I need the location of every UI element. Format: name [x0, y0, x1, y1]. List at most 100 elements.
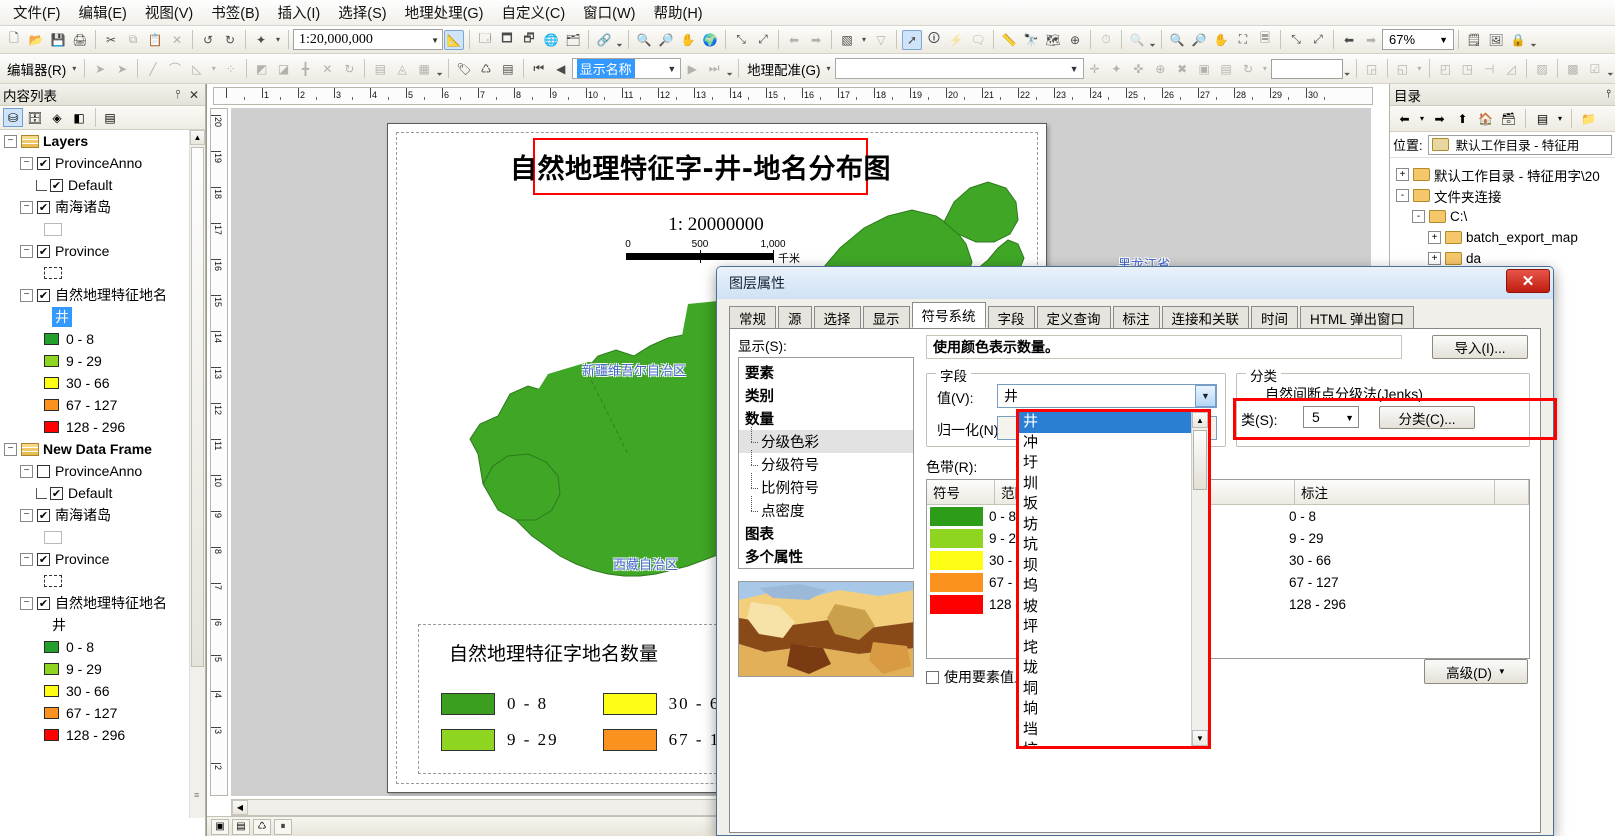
layer-visibility-checkbox[interactable]: ✔ — [37, 156, 50, 170]
create-viewer-window-icon[interactable]: 🔍 — [1127, 30, 1147, 50]
zoom-in-icon[interactable]: 🔍 — [634, 30, 654, 50]
expander-icon[interactable]: + — [1428, 231, 1441, 244]
expander-icon[interactable]: − — [20, 596, 33, 610]
save-icon[interactable]: 💾 — [48, 30, 68, 50]
select-topology-dropdown-icon[interactable]: ▾ — [1414, 59, 1424, 79]
dropdown-item[interactable]: 垱 — [1019, 720, 1191, 741]
expander-icon[interactable]: − — [20, 464, 33, 478]
editor-menu-label[interactable]: 编辑器(R) — [3, 59, 68, 79]
expander-icon[interactable]: − — [20, 508, 33, 522]
trace-icon[interactable]: ◺ — [187, 59, 207, 79]
dropdown-item[interactable]: 坝 — [1019, 556, 1191, 577]
class-label-cell[interactable]: 128 - 296 — [1289, 597, 1489, 612]
fixed-zoom-in-icon[interactable]: ⤡ — [731, 30, 751, 50]
data-view-icon[interactable]: ▤ — [232, 818, 250, 835]
dropdown-item[interactable]: 坑 — [1019, 535, 1191, 556]
chevron-down-icon[interactable]: ▼ — [1195, 385, 1216, 407]
sketch-properties-icon[interactable]: ◬ — [392, 59, 412, 79]
show-tree-item[interactable]: 分级色彩 — [739, 427, 913, 453]
layer-symbol-swatch[interactable] — [44, 267, 62, 279]
dialog-close-button[interactable]: ✕ — [1506, 269, 1550, 293]
menu-item-customize[interactable]: 自定义(C) — [493, 0, 575, 26]
toc-layer[interactable]: − ✔ 南海诸岛 — [0, 196, 190, 218]
toggle-draft-mode-icon[interactable]: 🗒 — [1464, 30, 1484, 50]
topology-edge-icon[interactable]: ◰ — [1435, 59, 1455, 79]
menu-item-window[interactable]: 窗口(W) — [574, 0, 644, 26]
toc-layer[interactable]: − ✔ 南海诸岛 — [0, 504, 190, 526]
dialog-title-bar[interactable]: 图层属性 ✕ — [717, 267, 1553, 299]
toc-class-break[interactable]: 30 - 66 — [0, 680, 190, 702]
dropdown-item[interactable]: 坪 — [1019, 617, 1191, 638]
expander-icon[interactable]: - — [1396, 189, 1409, 202]
menu-item-file[interactable]: 文件(F) — [4, 0, 70, 26]
scale-bar-element[interactable]: 1: 20000000 0 500 1,000 千米 — [625, 214, 806, 265]
layer-symbol-swatch[interactable] — [44, 222, 62, 236]
cut-polygons-icon[interactable]: ╋ — [296, 59, 316, 79]
add-data-icon[interactable]: ✦ — [251, 30, 271, 50]
mid-point-icon[interactable]: ⁘ — [221, 59, 241, 79]
layout-view-icon[interactable]: ▣ — [211, 818, 229, 835]
show-tree-item[interactable]: 点密度 — [739, 496, 913, 522]
sublayer-visibility-checkbox[interactable]: ✔ — [50, 486, 63, 500]
menu-item-edit[interactable]: 编辑(E) — [70, 0, 136, 26]
toc-scrollbar[interactable]: ▲ ≡ — [189, 130, 205, 818]
find-icon[interactable]: 🔭 — [1021, 30, 1041, 50]
time-slider-icon[interactable]: ⏱ — [1096, 30, 1116, 50]
identify-icon[interactable]: 🛈 — [924, 30, 944, 50]
edit-tool-icon[interactable]: ➤ — [90, 59, 110, 79]
dropdown-item[interactable]: 垞 — [1019, 638, 1191, 659]
measure-icon[interactable]: 📏 — [999, 30, 1019, 50]
dropdown-item[interactable]: 坊 — [1019, 515, 1191, 536]
show-tree-item[interactable]: 比例符号 — [739, 473, 913, 499]
class-color-swatch[interactable] — [44, 399, 59, 411]
tab-4[interactable]: 符号系统 — [911, 302, 986, 328]
arcglobe-icon[interactable]: 🌐 — [541, 30, 561, 50]
layout-forward-extent-icon[interactable]: ➡ — [1361, 30, 1381, 50]
georef-layer-combo[interactable]: ▼ — [834, 58, 1084, 79]
toc-data-frame[interactable]: − Layers — [0, 130, 190, 152]
toc-class-break[interactable]: 128 - 296 — [0, 724, 190, 746]
python-window-icon[interactable]: 🗖 — [497, 30, 517, 50]
display-name-combo[interactable]: 显示名称 ▼ — [571, 58, 682, 79]
class-label-cell[interactable]: 9 - 29 — [1289, 531, 1489, 546]
zoom-out-icon[interactable]: 🔎 — [656, 30, 676, 50]
class-color-swatch[interactable] — [44, 707, 59, 719]
select-elements-icon[interactable]: ➚ — [902, 29, 922, 50]
show-tree-item[interactable]: 多个属性 — [739, 545, 913, 568]
use-feature-values-row[interactable]: 使用要素值显 — [926, 667, 1028, 687]
toc-field-name[interactable]: 井 — [0, 306, 190, 328]
topology-node-icon[interactable]: ◳ — [1457, 59, 1477, 79]
up-one-level-icon[interactable]: ⬆ — [1452, 109, 1473, 129]
expander-icon[interactable]: − — [20, 244, 33, 258]
cut-icon[interactable]: ✂ — [101, 30, 121, 50]
georef-table-icon[interactable]: ▤ — [1216, 59, 1236, 79]
toc-tree[interactable]: − Layers − ✔ ProvinceAnno ✔ Default − ✔ 南海诸岛 − ✔ Pro… — [0, 130, 190, 818]
toolbar-overflow-1-icon[interactable] — [615, 29, 624, 51]
list-by-visibility-icon[interactable]: ◈ — [47, 108, 67, 127]
annotation-refresh-icon[interactable]: ♺ — [476, 59, 496, 79]
pan-icon[interactable]: ✋ — [678, 30, 698, 50]
scroll-down-icon[interactable]: ▼ — [1192, 730, 1208, 746]
dropdown-item[interactable]: 垅 — [1019, 658, 1191, 679]
back-arrow-icon[interactable]: ⬅ — [1394, 109, 1415, 129]
rotate-icon[interactable]: ↻ — [339, 59, 359, 79]
tab-3[interactable]: 显示 — [862, 306, 910, 328]
map-scale-combo[interactable]: 1:20,000,000 ▼ — [293, 29, 443, 50]
tab-10[interactable]: HTML 弹出窗口 — [1300, 306, 1414, 328]
catalog-tree-item[interactable]: - 文件夹连接 — [1390, 185, 1615, 206]
class-symbol-swatch[interactable] — [930, 506, 983, 526]
dropdown-item[interactable]: 垴 — [1019, 740, 1191, 746]
zoom-to-link-icon[interactable]: ⊕ — [1150, 59, 1170, 79]
expander-icon[interactable]: − — [4, 442, 17, 456]
edit-vertices-icon[interactable]: ◩ — [252, 59, 272, 79]
toc-class-break[interactable]: 0 - 8 — [0, 636, 190, 658]
model-builder-icon[interactable]: 🗗 — [519, 30, 539, 50]
focus-data-frame-icon[interactable]: 🖼 — [1486, 30, 1506, 50]
rotate-raster-icon[interactable]: ↻ — [1238, 59, 1258, 79]
straight-segment-icon[interactable]: ╱ — [143, 59, 163, 79]
value-field-dropdown-list[interactable]: 井冲圩圳坂坊坑坝坞坡坪垞垅垌垧垱垴埂堤堰塝塘 ▲ ▼ — [1016, 409, 1211, 749]
toc-field-name[interactable]: 井 — [0, 614, 190, 636]
layout-fixed-zoom-out-icon[interactable]: ⤢ — [1308, 30, 1328, 50]
catalog-tree-item[interactable]: + batch_export_map — [1390, 227, 1615, 248]
column-label[interactable]: 标注 — [1295, 480, 1495, 504]
